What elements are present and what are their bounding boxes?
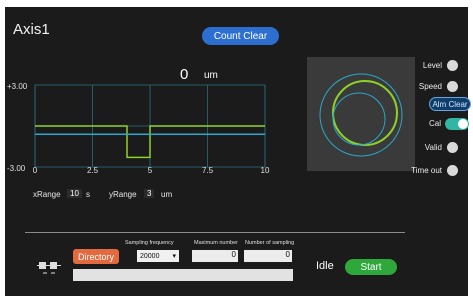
count-clear-button[interactable]: Count Clear (202, 27, 279, 45)
x-tick-label: 10 (261, 166, 270, 175)
axis-panel: Axis1 Count Clear 0 um +3.00 -3.00 0 2.5 5… (5, 7, 471, 296)
xrange-input[interactable]: 10 (67, 189, 82, 198)
level-indicator (447, 60, 458, 71)
chevron-down-icon: ▾ (172, 253, 176, 260)
trend-chart: +3.00 -3.00 0 2.5 5 7.5 10 (7, 82, 270, 175)
inner-circle-trace (332, 92, 386, 146)
x-tick-label: 0 (33, 166, 38, 175)
run-status: Idle (316, 260, 334, 272)
cal-toggle[interactable] (445, 118, 469, 130)
maximum-number-field[interactable]: 0 (192, 250, 238, 262)
section-divider (25, 232, 405, 233)
start-button[interactable]: Start (345, 259, 397, 275)
timeout-indicator (447, 165, 458, 176)
level-label: Level (422, 61, 442, 70)
x-tick-label: 2.5 (87, 166, 99, 175)
timeout-label: Time out (411, 166, 442, 175)
maximum-number-value: 0 (231, 250, 236, 259)
y-tick-label: -3.00 (7, 164, 26, 173)
sampling-frequency-label: Sampling frequency (125, 240, 174, 246)
xrange-label: xRange (33, 190, 61, 199)
cal-label: Cal (428, 119, 441, 128)
maximum-number-label: Maximum number (194, 240, 239, 246)
number-of-sampling-value: 0 (285, 250, 290, 259)
sampling-progress-bar (73, 269, 293, 281)
green-circle-trace (332, 80, 398, 146)
sampling-frequency-select[interactable]: 20000 ▾ (137, 250, 179, 262)
xrange-unit: s (86, 190, 90, 199)
x-tick-label: 5 (148, 166, 153, 175)
valid-indicator (447, 142, 458, 153)
speed-label: Speed (418, 82, 442, 91)
connection-icon (37, 262, 61, 274)
number-of-sampling-field[interactable]: 0 (244, 250, 292, 262)
x-tick-label: 7.5 (202, 166, 214, 175)
number-of-sampling-label: Number of sampling (245, 240, 295, 246)
circle-plot (319, 73, 403, 157)
alm-clear-button[interactable]: Alm Clear (429, 97, 471, 111)
window-title: Axis1 (13, 21, 50, 38)
speed-indicator (447, 81, 458, 92)
y-tick-label: +3.00 (7, 82, 28, 91)
directory-button[interactable]: Directory (73, 249, 119, 264)
yrange-unit: um (161, 190, 173, 199)
circle-view (307, 57, 415, 171)
yrange-label: yRange (109, 190, 137, 199)
yrange-input[interactable]: 3 (144, 189, 155, 198)
sampling-frequency-value: 20000 (140, 252, 160, 260)
toggle-knob (458, 119, 468, 129)
valid-label: Valid (424, 143, 442, 152)
